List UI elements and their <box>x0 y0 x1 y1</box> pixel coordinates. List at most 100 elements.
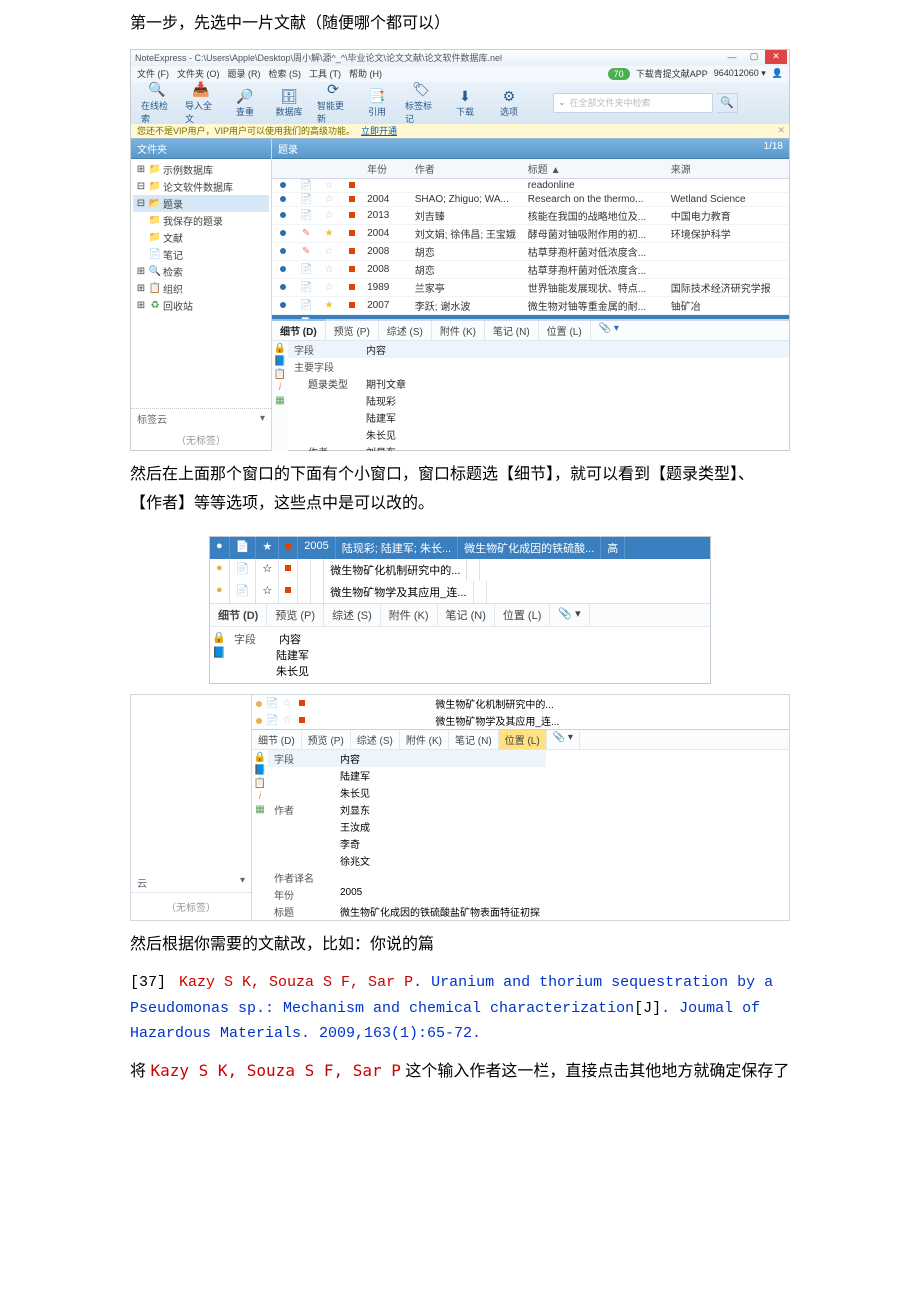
chevron-down-icon[interactable]: ⌄ <box>558 97 566 108</box>
column-header[interactable]: 作者 <box>411 159 524 179</box>
detail-field-value[interactable]: 内容 <box>334 750 546 767</box>
detail-field-value[interactable]: 2005 <box>334 886 546 903</box>
table-row[interactable]: 📄☆readonline <box>272 178 789 192</box>
expand-icon[interactable]: ⊟ <box>135 197 147 209</box>
records-grid[interactable]: 年份作者标题 ▲来源📄☆readonline📄☆2004SHAO; Zhiguo… <box>272 159 789 319</box>
expand-icon[interactable]: ⊞ <box>135 265 147 277</box>
expand-icon[interactable]: ⊞ <box>135 299 147 311</box>
chevron-down-icon[interactable]: ▾ <box>240 875 245 890</box>
cell[interactable]: 高 <box>601 537 625 559</box>
italic-icon[interactable]: 𝑖 <box>259 791 262 802</box>
column-header[interactable] <box>340 159 363 179</box>
sidebar-item[interactable]: 📁文献 <box>133 229 269 246</box>
lock-icon[interactable]: 🔒 <box>212 631 226 644</box>
detail-tab[interactable]: 位置 (L) <box>499 730 547 749</box>
detail-tabs[interactable]: 细节 (D)预览 (P)综述 (S)附件 (K)笔记 (N)位置 (L)📎 ▾ <box>272 319 789 340</box>
detail-field-value[interactable]: 陆现彩 <box>360 392 789 409</box>
user-icon[interactable]: 👤 <box>772 68 783 79</box>
toolbar-button[interactable]: ⚙选项 <box>489 85 529 120</box>
tabs-row[interactable]: 细节 (D)预览 (P)综述 (S)附件 (K)笔记 (N)位置 (L)📎 ▾ <box>252 729 789 749</box>
detail-field-value[interactable]: 朱长见 <box>334 784 546 801</box>
detail-field-value[interactable]: 朱长见 <box>360 426 789 443</box>
column-header[interactable] <box>295 159 318 179</box>
detail-tab[interactable]: 位置 (L) <box>539 321 591 340</box>
cell[interactable] <box>467 559 480 581</box>
detail-tab[interactable]: 综述 (S) <box>324 604 381 626</box>
column-header[interactable]: 年份 <box>363 159 411 179</box>
detail-field-value[interactable]: 陆建军 <box>360 409 789 426</box>
table-row[interactable]: 📄☆2013刘吉臻核能在我国的战略地位及...中国电力教育 <box>272 206 789 224</box>
table-row[interactable]: 📄★2007李跃; 谢水波微生物对铀等重金属的耐...铀矿冶 <box>272 296 789 314</box>
tabs-row[interactable]: 细节 (D)预览 (P)综述 (S)附件 (K)笔记 (N)位置 (L)📎 ▾ <box>210 603 710 626</box>
detail-tab[interactable]: 预览 (P) <box>326 321 379 340</box>
column-header[interactable]: 标题 ▲ <box>524 159 667 179</box>
sidebar-item[interactable]: ⊞♻回收站 <box>133 297 269 314</box>
italic-icon[interactable]: 𝑖 <box>279 382 282 393</box>
detail-field-value[interactable] <box>360 358 789 375</box>
sidebar-item[interactable]: 📁我保存的题录 <box>133 212 269 229</box>
cell[interactable] <box>298 559 311 581</box>
sidebar-item[interactable]: 📄笔记 <box>133 246 269 263</box>
detail-tab[interactable]: 附件 (K) <box>381 604 438 626</box>
cell[interactable] <box>311 581 324 603</box>
star-icon[interactable]: ☆ <box>282 715 291 726</box>
table-row[interactable]: ✎☆2008胡恋枯草芽孢杆菌对低浓度含... <box>272 242 789 260</box>
detail-tab[interactable]: 位置 (L) <box>495 604 551 626</box>
vip-upgrade-link[interactable]: 立即开通 <box>361 124 397 137</box>
star-icon[interactable]: ☆ <box>324 246 333 257</box>
detail-tab[interactable]: 附件 (K) <box>400 730 449 749</box>
book-icon[interactable]: 📘 <box>212 646 226 659</box>
cell[interactable]: 微生物矿化机制研究中的... <box>324 559 467 581</box>
detail-tab[interactable]: 综述 (S) <box>379 321 432 340</box>
cell[interactable]: 微生物矿化成因的铁硫酸... <box>458 537 601 559</box>
copy-icon[interactable]: 📋 <box>254 778 266 789</box>
cell[interactable] <box>298 581 311 603</box>
grid-icon[interactable]: ▦ <box>275 395 284 406</box>
copy-icon[interactable]: 📋 <box>274 369 286 380</box>
detail-field-value[interactable]: 微生物矿化成因的铁硫酸盐矿物表面特征初探 <box>334 903 546 920</box>
detail-tab[interactable]: 笔记 (N) <box>449 730 499 749</box>
window-min-icon[interactable]: — <box>721 50 743 64</box>
star-icon[interactable]: ★ <box>324 300 333 311</box>
folder-tree[interactable]: ⊞📁示例数据库⊟📁论文软件数据库⊟📂题录📁我保存的题录📁文献📄笔记⊞🔍检索⊞📋组… <box>131 159 271 316</box>
list-item[interactable]: 📄☆微生物矿化机制研究中的... <box>252 695 789 712</box>
toolbar-button[interactable]: 🗄数据库 <box>269 85 309 120</box>
menu-item[interactable]: 帮助 (H) <box>349 67 382 80</box>
column-header[interactable]: 来源 <box>667 159 789 179</box>
detail-tab[interactable]: 综述 (S) <box>351 730 400 749</box>
cell[interactable] <box>474 581 487 603</box>
detail-tab[interactable]: 笔记 (N) <box>485 321 539 340</box>
window-close-icon[interactable]: ✕ <box>765 50 787 64</box>
menu-item[interactable]: 题录 (R) <box>228 67 261 80</box>
detail-field-value[interactable]: 陆建军 <box>334 767 546 784</box>
toolbar-button[interactable]: 📥导入全文 <box>181 79 221 127</box>
sidebar-item[interactable]: ⊟📁论文软件数据库 <box>133 178 269 195</box>
detail-field-value[interactable] <box>334 869 546 886</box>
detail-field-value[interactable]: 刘显东 <box>360 443 789 451</box>
expand-icon[interactable]: ⊞ <box>135 163 147 175</box>
star-icon[interactable]: ★ <box>324 228 333 239</box>
expand-icon[interactable]: ⊟ <box>135 180 147 192</box>
table-row[interactable]: 📄☆2004SHAO; Zhiguo; WA...Research on the… <box>272 192 789 206</box>
detail-tab[interactable]: 预览 (P) <box>302 730 351 749</box>
menu-item[interactable]: 检索 (S) <box>269 67 302 80</box>
toolbar-button[interactable]: 🏷标签标记 <box>401 79 441 127</box>
column-header[interactable] <box>272 159 295 179</box>
star-icon[interactable]: ☆ <box>324 264 333 275</box>
detail-field-value[interactable]: 王汝成 <box>334 818 546 835</box>
user-id[interactable]: 964012060 ▾ <box>714 68 766 79</box>
lock-icon[interactable]: 🔒 <box>254 752 266 763</box>
book-icon[interactable]: 📘 <box>274 356 286 367</box>
search-button[interactable]: 🔍 <box>717 93 738 113</box>
sidebar-item[interactable]: ⊞📋组织 <box>133 280 269 297</box>
attachment-icon[interactable]: 📎 ▾ <box>595 321 623 340</box>
download-app-link[interactable]: 下载青提文献APP <box>636 67 708 80</box>
book-icon[interactable]: 📘 <box>254 765 266 776</box>
table-row[interactable]: 📄☆2008胡恋枯草芽孢杆菌对低浓度含... <box>272 260 789 278</box>
banner-close-icon[interactable]: ✕ <box>777 125 785 136</box>
detail-field-value[interactable]: 刘显东 <box>334 801 546 818</box>
attachment-icon[interactable]: 📎 ▾ <box>550 604 589 626</box>
toolbar-button[interactable]: 🔎查重 <box>225 85 265 120</box>
expand-icon[interactable]: ⊞ <box>135 282 147 294</box>
window-max-icon[interactable]: ▢ <box>743 50 765 64</box>
